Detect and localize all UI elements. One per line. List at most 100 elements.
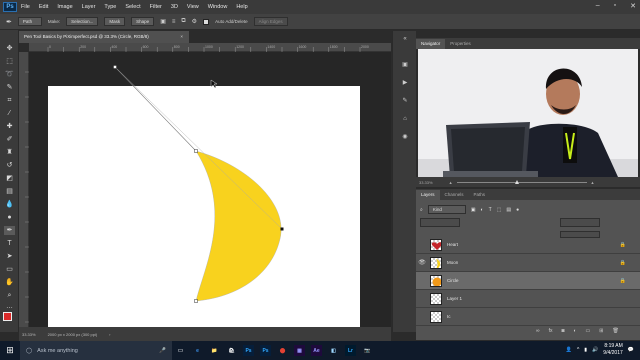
lasso-tool-icon[interactable]: ➰ <box>4 70 15 79</box>
show-hidden-icons[interactable]: ^ <box>577 347 579 353</box>
zoom-level[interactable]: 33.33% <box>22 332 36 337</box>
tab-paths[interactable]: Paths <box>469 190 491 200</box>
rectangle-tool-icon[interactable]: ▭ <box>4 265 15 274</box>
zoom-tool-icon[interactable]: ⌕ <box>4 291 15 300</box>
shape-button[interactable]: Shape <box>131 17 155 26</box>
pen-tool-preset-icon[interactable]: ✒ <box>6 18 12 26</box>
action-center-icon[interactable]: 💬 <box>628 347 634 353</box>
menu-edit[interactable]: Edit <box>39 4 48 10</box>
collapse-icon[interactable]: « <box>400 35 410 44</box>
link-layers-icon[interactable]: ∞ <box>536 328 540 334</box>
layer-row-heart[interactable]: Heart 🔒 <box>416 236 640 254</box>
pen-tool-icon[interactable]: ✒ <box>4 226 15 235</box>
zoom-out-icon[interactable]: ▲ <box>449 180 453 185</box>
people-icon[interactable]: 👤 <box>566 347 572 353</box>
menu-file[interactable]: File <box>21 4 30 10</box>
auto-add-delete-checkbox[interactable] <box>203 18 210 25</box>
gradient-tool-icon[interactable]: ▤ <box>4 187 15 196</box>
tab-properties[interactable]: Properties <box>445 39 476 49</box>
taskbar-lightroom[interactable]: Lr <box>342 341 359 360</box>
foreground-color-swatch[interactable] <box>3 312 12 321</box>
actions-panel-icon[interactable]: ▶ <box>400 79 410 88</box>
menu-select[interactable]: Select <box>125 4 140 10</box>
path-alignment-icon[interactable]: ≡ <box>172 19 176 25</box>
new-layer-icon[interactable]: ⊞ <box>599 328 603 334</box>
delete-layer-icon[interactable]: 🗑 <box>612 328 618 334</box>
type-tool-icon[interactable]: T <box>4 239 15 248</box>
menu-type[interactable]: Type <box>104 4 116 10</box>
history-panel-icon[interactable]: ▣ <box>400 61 410 70</box>
path-selection-tool-icon[interactable]: ➤ <box>4 252 15 261</box>
path-arrangement-icon[interactable]: ⧉ <box>181 18 185 25</box>
crop-tool-icon[interactable]: ⌗ <box>4 96 15 105</box>
tab-navigator[interactable]: Navigator <box>416 39 446 49</box>
minimize-icon[interactable]: – <box>596 2 600 10</box>
taskbar-chrome[interactable]: ⬤ <box>274 341 291 360</box>
menu-3d[interactable]: 3D <box>171 4 178 10</box>
shape-filter-icon[interactable]: ⬚ <box>497 207 502 213</box>
eye-icon[interactable]: 👁 <box>416 259 428 266</box>
path-operations-icon[interactable]: ▣ <box>160 18 166 25</box>
menu-layer[interactable]: Layer <box>82 4 96 10</box>
taskbar-store[interactable]: 🛍 <box>223 341 240 360</box>
filter-toggle-icon[interactable]: ● <box>516 207 519 213</box>
type-filter-icon[interactable]: T <box>489 207 492 213</box>
taskbar-camera[interactable]: 📷 <box>359 341 376 360</box>
taskbar-after-effects[interactable]: Ae <box>308 341 325 360</box>
pixel-filter-icon[interactable]: ▣ <box>471 207 476 213</box>
clone-source-icon[interactable]: ◉ <box>400 133 410 142</box>
clone-stamp-tool-icon[interactable]: ♜ <box>4 148 15 157</box>
taskbar-file-explorer[interactable]: 📁 <box>206 341 223 360</box>
adjustment-layer-icon[interactable]: ◐ <box>574 328 577 334</box>
opacity-field[interactable] <box>560 218 600 227</box>
task-view-button[interactable]: ▭ <box>172 341 189 360</box>
taskbar-media-encoder[interactable]: ◧ <box>325 341 342 360</box>
mask-button[interactable]: Mask <box>104 17 126 26</box>
blur-tool-icon[interactable]: 💧 <box>4 200 15 209</box>
slider-thumb[interactable] <box>514 179 519 184</box>
tab-layers[interactable]: Layers <box>416 190 440 200</box>
document-canvas[interactable] <box>29 52 391 327</box>
document-tab[interactable]: Pen Tool Basics by PiXimperfect.psd @ 33… <box>19 31 189 43</box>
layer-row-moon[interactable]: 👁 Moon 🔒 <box>416 254 640 272</box>
brush-tool-icon[interactable]: ✐ <box>4 135 15 144</box>
history-brush-tool-icon[interactable]: ↺ <box>4 161 15 170</box>
status-arrow-icon[interactable]: › <box>109 332 110 337</box>
navigator-zoom-slider[interactable] <box>456 179 587 184</box>
maximize-icon[interactable]: ▫ <box>614 2 616 10</box>
add-mask-icon[interactable]: ◙ <box>561 328 564 334</box>
blend-mode-select[interactable] <box>420 218 460 227</box>
layer-row-ic[interactable]: Ic <box>416 308 640 326</box>
canvas-area[interactable] <box>29 52 391 327</box>
tab-channels[interactable]: Channels <box>440 190 469 200</box>
adjustment-filter-icon[interactable]: ◐ <box>481 207 484 213</box>
smart-object-filter-icon[interactable]: ▤ <box>506 207 511 213</box>
settings-gear-icon[interactable]: ⚙ <box>192 18 197 25</box>
new-group-icon[interactable]: ▭ <box>586 328 591 334</box>
clock[interactable]: 8:19 AM 9/4/2017 <box>603 343 622 357</box>
brush-panel-icon[interactable]: ✎ <box>400 97 410 106</box>
eraser-tool-icon[interactable]: ◩ <box>4 174 15 183</box>
taskbar-premiere[interactable]: ▦ <box>291 341 308 360</box>
taskbar-photoshop-alt[interactable]: Ps <box>257 341 274 360</box>
microphone-icon[interactable]: 🎤 <box>159 348 166 354</box>
network-icon[interactable]: ▮ <box>584 347 587 353</box>
marquee-tool-icon[interactable]: ⬚ <box>4 57 15 66</box>
cortana-search-box[interactable]: ◯ Ask me anything 🎤 <box>20 341 172 360</box>
close-icon[interactable]: ✕ <box>630 2 636 10</box>
align-edges-button[interactable]: Align Edges <box>253 17 288 26</box>
taskbar-edge[interactable]: e <box>189 341 206 360</box>
taskbar-photoshop[interactable]: Ps <box>240 341 257 360</box>
start-button[interactable]: ⊞ <box>0 341 20 360</box>
dodge-tool-icon[interactable]: ● <box>4 213 15 222</box>
quick-select-tool-icon[interactable]: ✎ <box>4 83 15 92</box>
hand-tool-icon[interactable]: ✋ <box>4 278 15 287</box>
eyedropper-tool-icon[interactable]: ⁄ <box>4 109 15 118</box>
menu-help[interactable]: Help <box>236 4 247 10</box>
move-tool-icon[interactable]: ✥ <box>4 44 15 53</box>
layer-row-circle[interactable]: Circle 🔒 <box>416 272 640 290</box>
layer-style-icon[interactable]: fx <box>549 328 553 334</box>
close-document-icon[interactable]: × <box>180 31 183 43</box>
menu-filter[interactable]: Filter <box>150 4 162 10</box>
menu-window[interactable]: Window <box>208 4 228 10</box>
